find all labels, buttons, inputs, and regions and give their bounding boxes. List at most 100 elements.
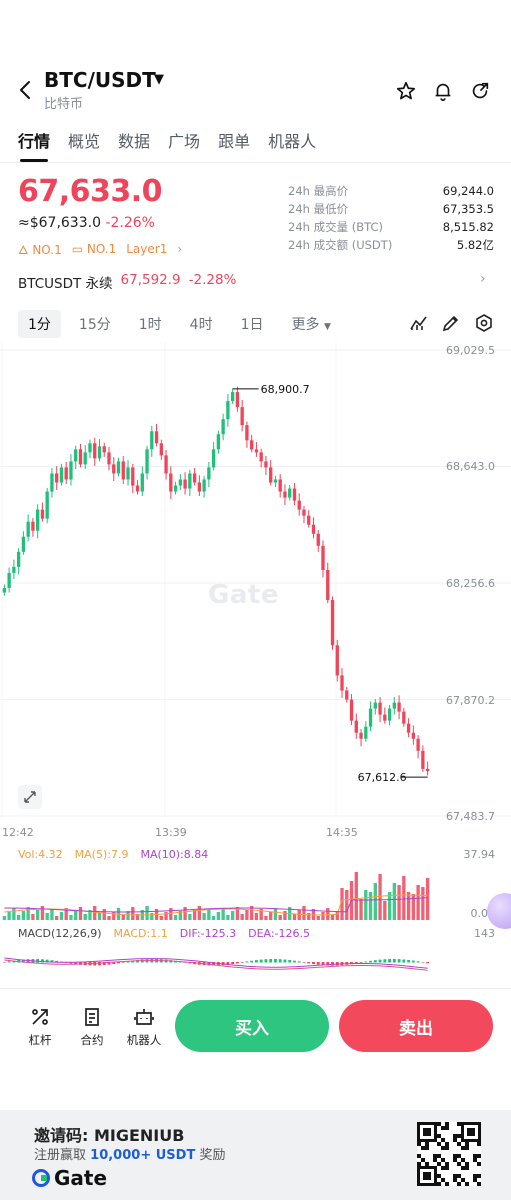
star-icon[interactable] [395, 80, 417, 102]
tab-bot[interactable]: 机器人 [268, 128, 316, 162]
bell-icon[interactable] [432, 80, 454, 102]
price-axis-label: 67,870.2 [446, 694, 495, 707]
chevron-right-icon[interactable]: › [177, 242, 182, 256]
indicator-icon[interactable] [409, 313, 429, 333]
candle-body [126, 467, 130, 480]
tab-square[interactable]: 广场 [168, 128, 200, 162]
candle-body [107, 452, 111, 465]
tf-4h[interactable]: 4时 [180, 310, 223, 338]
volume-bar [121, 915, 125, 920]
volume-bar [211, 916, 216, 920]
share-icon[interactable] [469, 80, 491, 102]
candle-body [383, 714, 387, 721]
candle-body [45, 491, 49, 519]
pair-title[interactable]: BTC/USDT [44, 68, 156, 92]
candle-body [78, 449, 83, 465]
qr-module [441, 1138, 445, 1142]
tf-1d[interactable]: 1日 [231, 310, 274, 338]
volume-bar [31, 914, 35, 920]
top-tabs: 行情 概览 数据 广场 跟单 机器人 [18, 128, 316, 162]
candle-body [288, 488, 292, 498]
layer-badge[interactable]: Layer1 [126, 242, 167, 256]
macd-bar [378, 959, 382, 963]
candlestick-chart[interactable]: 68,900.7 67,612.6 [0, 342, 511, 842]
candle-body [50, 473, 54, 492]
candle-body [264, 461, 268, 468]
buy-button[interactable]: 买入 [175, 1000, 329, 1052]
candle-body [254, 449, 259, 453]
stat-high: 24h 最高价 69,244.0 [288, 184, 494, 198]
low-marker-label: 67,612.6 [358, 771, 407, 784]
volume-bar [112, 912, 116, 920]
qr-module [437, 1162, 441, 1166]
fire-badge[interactable]: 🜂 NO.1 [18, 236, 62, 261]
contract-button[interactable]: 合约 [72, 1006, 112, 1048]
volume-bar [83, 914, 87, 920]
candle-body [230, 392, 235, 402]
qr-module [441, 1146, 445, 1150]
tf-1h[interactable]: 1时 [129, 310, 172, 338]
volume-bar [12, 908, 16, 920]
expand-icon[interactable] [18, 785, 42, 809]
leverage-button[interactable]: 杠杆 [20, 1006, 60, 1048]
volume-bar [2, 916, 7, 920]
qr-module [477, 1182, 481, 1186]
tool-label: 机器人 [126, 1033, 162, 1047]
volume-bar [364, 890, 368, 920]
back-icon[interactable] [14, 78, 38, 102]
qr-module [425, 1162, 429, 1166]
candle-body [2, 588, 7, 593]
candle-body [359, 732, 363, 739]
tab-market[interactable]: 行情 [18, 128, 50, 162]
tab-copy-trade[interactable]: 跟单 [218, 128, 250, 162]
tab-data[interactable]: 数据 [118, 128, 150, 162]
price-axis-label: 68,256.6 [446, 577, 495, 590]
candle-body [425, 768, 430, 771]
candle-body [150, 431, 154, 450]
qr-module [461, 1146, 465, 1150]
candle-body [402, 711, 406, 724]
macd-dif-line [4, 957, 428, 969]
sell-button[interactable]: 卖出 [339, 1000, 493, 1052]
volume-bar [169, 908, 173, 920]
qr-module [437, 1142, 441, 1146]
candle-body [183, 479, 187, 489]
candle-body [164, 455, 168, 474]
macd-bar [98, 962, 101, 966]
volume-bar [273, 908, 278, 920]
candle-body [211, 449, 216, 468]
tf-15m[interactable]: 15分 [69, 310, 121, 338]
tf-more[interactable]: 更多 ▼ [282, 310, 341, 338]
chevron-right-icon[interactable]: › [480, 271, 486, 287]
volume-bar [131, 907, 135, 920]
contract-icon [85, 1008, 99, 1026]
macd-bar [359, 962, 363, 963]
tool-label: 合约 [80, 1033, 104, 1047]
approx-usd: ≈$67,633.0 [18, 215, 101, 231]
rank-badge[interactable]: ▭ NO.1 [72, 242, 117, 256]
candle-body [55, 473, 59, 483]
tf-1m[interactable]: 1分 [18, 310, 61, 338]
volume-bar [55, 916, 59, 920]
macd-bar [364, 961, 368, 963]
tab-overview[interactable]: 概览 [68, 128, 100, 162]
caret-down-icon[interactable]: ▼ [154, 72, 164, 87]
floating-assistant-bubble[interactable] [487, 893, 511, 929]
settings-icon[interactable] [474, 313, 494, 333]
perpetual-row[interactable]: BTCUSDT 永续 67,592.9 -2.28% [18, 272, 236, 292]
candle-body [145, 449, 149, 474]
volume-bar [69, 915, 73, 920]
draw-icon[interactable] [441, 313, 461, 333]
candle-body [154, 431, 159, 444]
macd-bar [411, 960, 415, 963]
volume-bar [373, 883, 377, 920]
qr-module [473, 1174, 477, 1178]
volume-bar [307, 913, 311, 920]
qr-module [445, 1142, 449, 1146]
macd-bar [254, 960, 258, 963]
robot-button[interactable]: 机器人 [124, 1006, 164, 1048]
macd-bar [121, 962, 125, 963]
qr-finder-center [423, 1128, 431, 1136]
macd-dif: DIF:-125.3 [179, 927, 237, 940]
candle-body [188, 473, 192, 489]
